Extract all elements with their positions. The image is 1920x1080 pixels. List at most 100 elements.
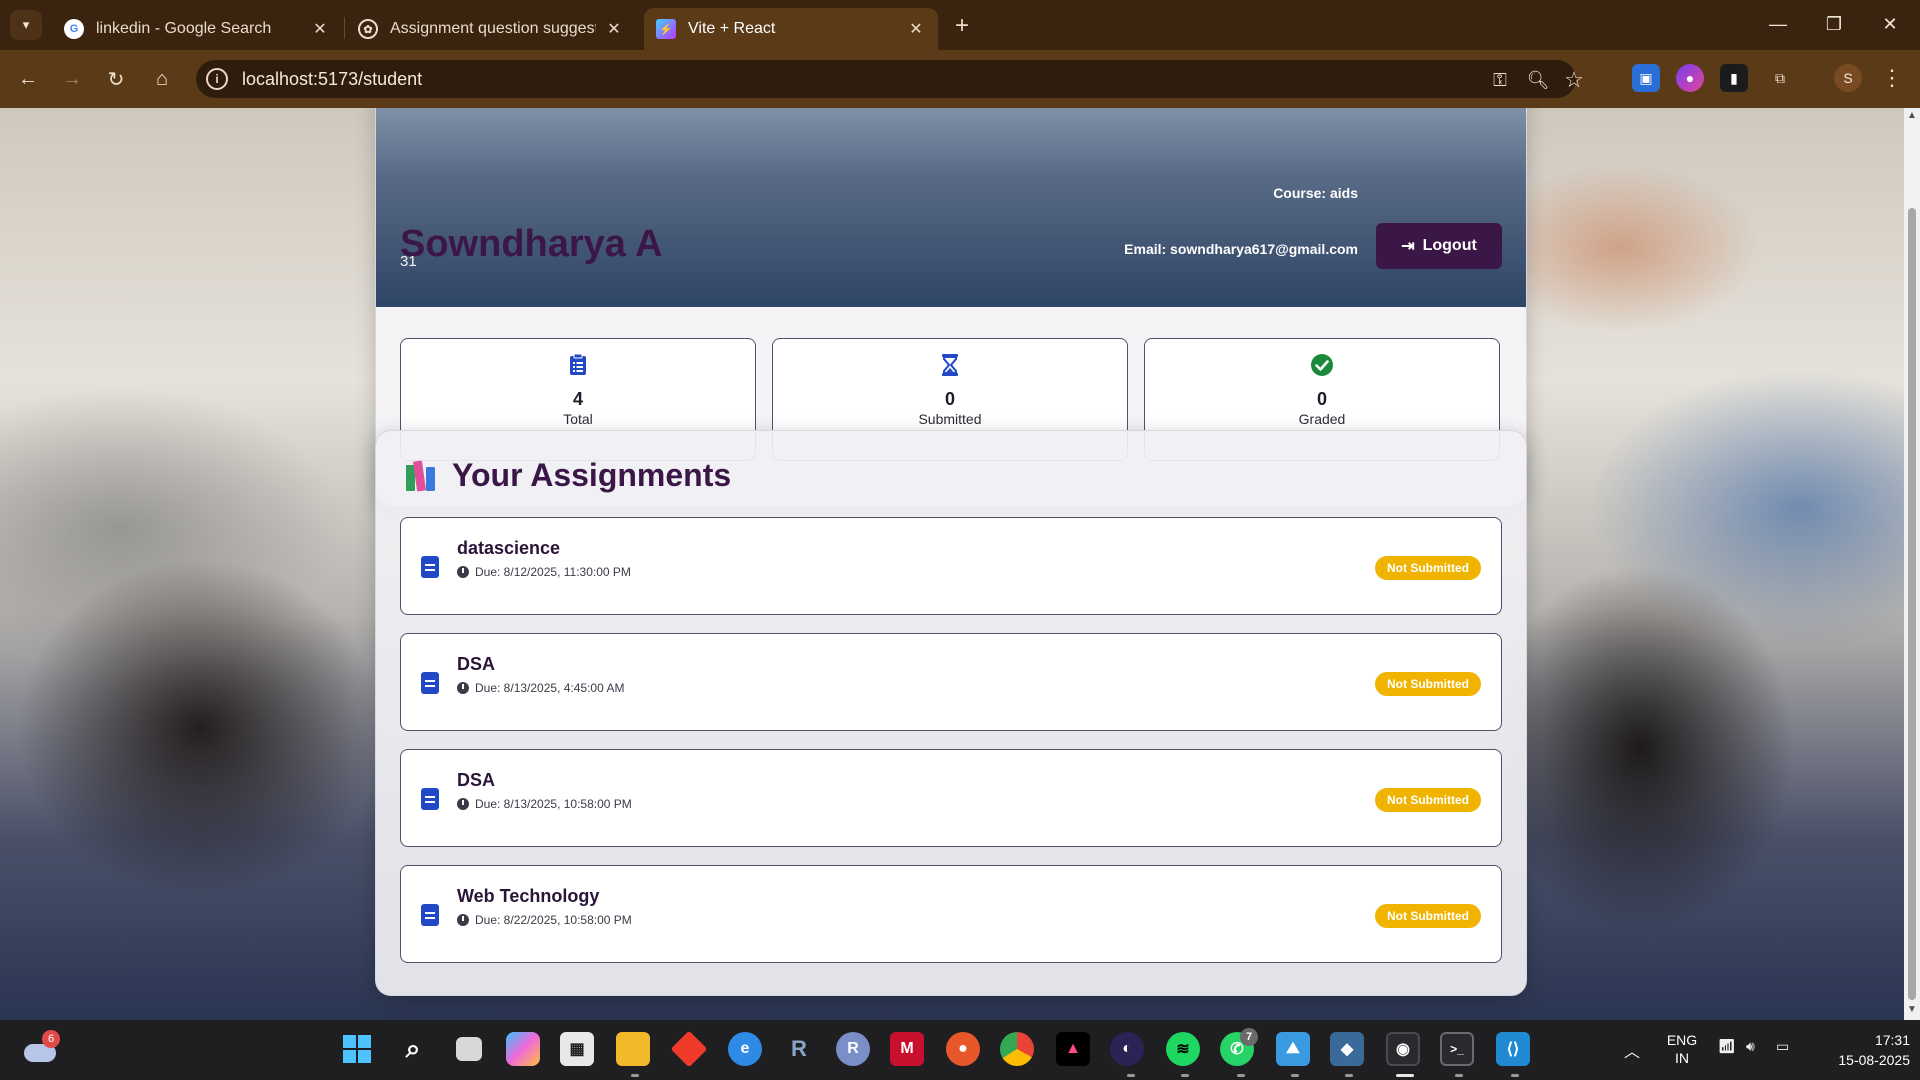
address-bar[interactable]: i localhost:5173/student ⚿ 🔍︎ ☆ [196,60,1584,98]
logout-button[interactable]: ⇥ Logout [1376,223,1502,269]
vite-icon: ⚡ [656,19,676,39]
tab-assignment-suggestions[interactable]: ✿ Assignment question suggestio ✕ [346,8,636,50]
tab-search-button[interactable]: ▾ [10,10,42,40]
document-icon [421,904,439,926]
chrome-icon[interactable] [1000,1032,1034,1066]
stat-label: Total [563,411,593,427]
notification-badge: 6 [42,1030,60,1048]
restore-button[interactable]: ❐ [1806,0,1862,48]
scroll-down-arrow[interactable]: ▼ [1904,1004,1920,1018]
reload-icon[interactable]: ↻ [100,63,132,95]
assignments-title: Your Assignments [452,457,732,493]
page-viewport: Sowndharya A 31 Course: aids Email: sown… [0,108,1920,1020]
volume-icon[interactable]: 🔊︎ [1746,1038,1755,1055]
copilot-icon[interactable] [506,1032,540,1066]
stat-value: 4 [572,389,583,409]
whatsapp-badge: 7 [1240,1028,1258,1046]
zoom-icon[interactable]: 🔍︎ [1526,68,1550,92]
duckduckgo-icon[interactable]: ● [946,1032,980,1066]
git-icon[interactable] [670,1030,708,1068]
stat-value: 0 [944,389,955,409]
clock-time[interactable]: 17:31 [1850,1032,1910,1048]
assignment-name: datascience [457,538,561,558]
clock-icon [457,566,469,578]
logout-icon: ⇥ [1401,238,1415,255]
task-view-icon[interactable] [456,1037,482,1061]
close-tab-icon[interactable]: ✕ [906,19,926,39]
due-text: Due: 8/13/2025, 10:58:00 PM [475,797,632,811]
site-info-icon[interactable]: i [206,68,228,90]
stat-label: Graded [1298,411,1346,427]
browser-tab-bar: ▾ G linkedin - Google Search ✕ ✿ Assignm… [0,0,1920,50]
stat-label: Submitted [918,411,982,427]
tab-vite-react[interactable]: ⚡ Vite + React ✕ [644,8,938,50]
openai-icon: ✿ [358,19,378,39]
new-tab-button[interactable]: + [948,12,976,40]
browser-menu-icon[interactable]: ⋮ [1880,64,1904,92]
check-circle-icon [1311,354,1333,376]
arc-icon[interactable]: ▲ [1056,1032,1090,1066]
clock-icon [457,682,469,694]
scrollbar-thumb[interactable] [1908,208,1916,1000]
photos-icon[interactable]: ⛰ [1276,1032,1310,1066]
assignment-item[interactable]: DSA Due: 8/13/2025, 4:45:00 AM Not Submi… [400,633,1502,731]
close-tab-icon[interactable]: ✕ [604,19,624,39]
language-code: ENG [1666,1032,1698,1048]
student-course: Course: aids [1273,185,1358,201]
windows-taskbar: 6 ⌕ ▦ e R R M ● ▲ ◐ ≋ ✆ 7 ⛰ ◆ ◉ >_ ⟨⟩ ︿ … [0,1020,1920,1080]
battery-icon[interactable]: ▭ [1776,1038,1789,1055]
wifi-icon[interactable]: 📶︎ [1718,1038,1736,1055]
books-icon [406,460,438,491]
google-icon: G [64,19,84,39]
clock-date[interactable]: 15-08-2025 [1810,1052,1910,1068]
bookmark-star-icon[interactable]: ☆ [1562,67,1586,92]
assignments-header: Your Assignments [406,457,731,494]
student-roll: 31 [400,253,417,270]
language-indicator[interactable]: ENG IN [1664,1031,1700,1067]
search-icon[interactable]: ⌕ [396,1032,430,1066]
terminal-icon[interactable]: >_ [1440,1032,1474,1066]
document-icon [421,672,439,694]
r-language-icon[interactable]: R [836,1032,870,1066]
profile-avatar[interactable]: S [1834,64,1862,92]
due-text: Due: 8/13/2025, 4:45:00 AM [475,681,625,695]
file-explorer-icon[interactable] [616,1032,650,1066]
extension-screen-icon[interactable]: ▣ [1632,64,1660,92]
extensions-puzzle-icon[interactable]: ⧉ [1766,64,1794,92]
extension-brain-icon[interactable]: ● [1676,64,1704,92]
chrome-profile-icon[interactable]: ◉ [1386,1032,1420,1066]
assignment-item[interactable]: datascience Due: 8/12/2025, 11:30:00 PM … [400,517,1502,615]
url-text[interactable]: localhost:5173/student [242,69,422,90]
close-tab-icon[interactable]: ✕ [310,19,330,39]
minimize-button[interactable]: — [1750,0,1806,48]
chevron-up-icon[interactable]: ︿ [1624,1038,1640,1062]
weather-widget[interactable]: 6 [22,1030,60,1064]
assignment-due: Due: 8/13/2025, 4:45:00 AM [457,681,624,695]
windows-start-icon[interactable] [340,1032,374,1066]
student-email: Email: sowndharya617@gmail.com [1124,241,1358,257]
close-window-button[interactable]: ✕ [1862,0,1918,48]
assignment-item[interactable]: Web Technology Due: 8/22/2025, 10:58:00 … [400,865,1502,963]
mysql-workbench-icon[interactable]: ◆ [1330,1032,1364,1066]
student-name: Sowndharya A [400,223,663,265]
mcafee-icon[interactable]: M [890,1032,924,1066]
document-icon [421,556,439,578]
back-icon[interactable]: ← [12,63,44,95]
assignment-name: Web Technology [457,886,600,906]
scroll-up-arrow[interactable]: ▲ [1904,110,1920,124]
edge-icon[interactable]: e [728,1032,762,1066]
due-text: Due: 8/12/2025, 11:30:00 PM [475,565,631,579]
assignment-due: Due: 8/12/2025, 11:30:00 PM [457,565,631,579]
microsoft-store-icon[interactable]: ▦ [560,1032,594,1066]
eclipse-icon[interactable]: ◐ [1110,1032,1144,1066]
password-key-icon[interactable]: ⚿ [1488,68,1512,92]
tab-title: linkedin - Google Search [96,20,272,37]
home-icon[interactable]: ⌂ [146,63,178,95]
spotify-icon[interactable]: ≋ [1166,1032,1200,1066]
assignment-item[interactable]: DSA Due: 8/13/2025, 10:58:00 PM Not Subm… [400,749,1502,847]
forward-icon[interactable]: → [56,63,88,95]
vscode-icon[interactable]: ⟨⟩ [1496,1032,1530,1066]
tab-google-search[interactable]: G linkedin - Google Search ✕ [52,8,342,50]
rstudio-icon[interactable]: R [782,1032,816,1066]
extension-sidepanel-icon[interactable]: ▮ [1720,64,1748,92]
